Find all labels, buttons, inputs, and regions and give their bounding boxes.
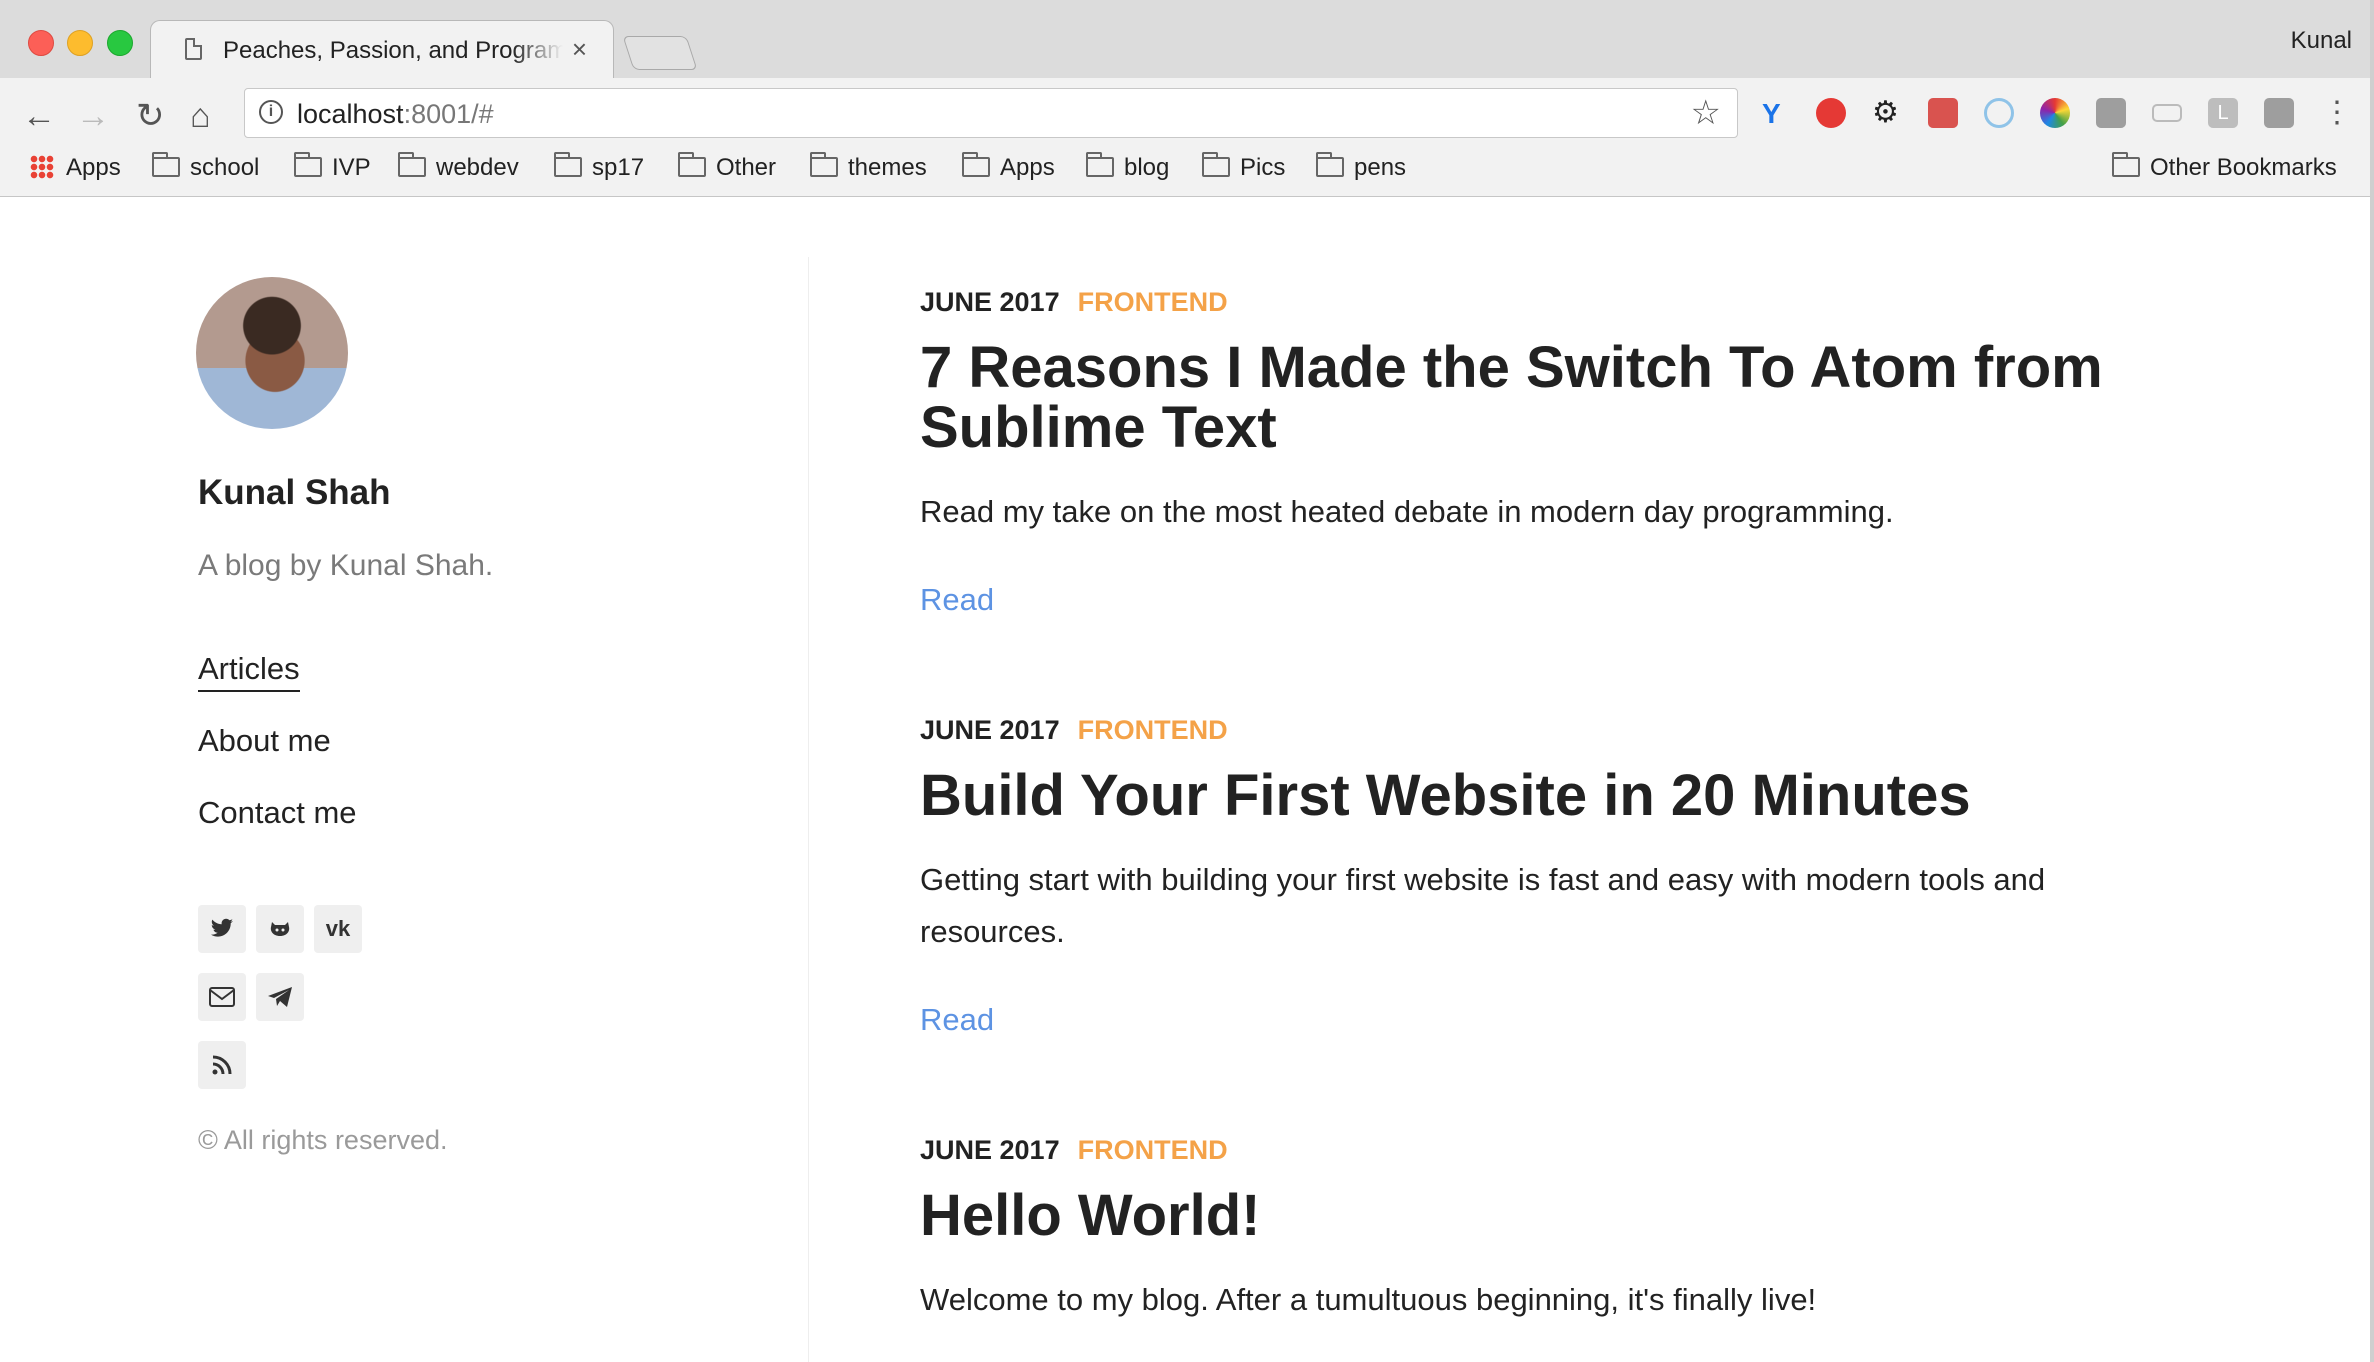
new-tab-button[interactable] xyxy=(622,36,698,70)
document-icon xyxy=(185,38,202,60)
extension-box-icon[interactable] xyxy=(2264,98,2294,128)
reload-icon[interactable]: ↻ xyxy=(136,96,165,136)
folder-icon xyxy=(962,152,990,177)
nav-contact-me[interactable]: Contact me xyxy=(198,795,357,867)
sidebar-nav: Articles About me Contact me xyxy=(198,651,357,867)
bookmark-themes[interactable]: themes xyxy=(810,152,927,182)
menu-kebab-icon[interactable]: ⋮ xyxy=(2322,98,2352,128)
bookmark-ivp[interactable]: IVP xyxy=(294,152,371,182)
nav-about-me[interactable]: About me xyxy=(198,723,357,795)
extension-y-icon[interactable]: Y xyxy=(1762,98,1792,129)
article-category[interactable]: FRONTEND xyxy=(1078,715,1228,745)
bookmark-webdev[interactable]: webdev xyxy=(398,152,519,182)
email-icon[interactable] xyxy=(198,973,246,1021)
read-link[interactable]: Read xyxy=(920,582,2160,618)
bookmarks-bar: Apps school IVP webdev sp17 Other themes… xyxy=(0,148,2374,194)
blog-page: Kunal Shah A blog by Kunal Shah. Article… xyxy=(0,197,2374,1362)
folder-icon xyxy=(1316,152,1344,177)
apps-grid-icon xyxy=(30,155,54,179)
article-category[interactable]: FRONTEND xyxy=(1078,1135,1228,1165)
close-window-button[interactable] xyxy=(28,30,54,56)
article-title[interactable]: Hello World! xyxy=(920,1186,2160,1246)
close-tab-icon[interactable]: × xyxy=(572,34,587,65)
article-title[interactable]: 7 Reasons I Made the Switch To Atom from… xyxy=(920,338,2160,458)
folder-icon xyxy=(152,152,180,177)
folder-icon xyxy=(810,152,838,177)
article-card: JUNE 2017 FRONTEND Build Your First Websi… xyxy=(920,715,2160,1038)
extension-l-icon[interactable]: L xyxy=(2208,98,2238,128)
extension-circle-icon[interactable] xyxy=(1984,98,2014,128)
author-name[interactable]: Kunal Shah xyxy=(198,473,391,513)
twitter-icon[interactable] xyxy=(198,905,246,953)
read-link[interactable]: Read xyxy=(920,1002,2160,1038)
article-meta: JUNE 2017 FRONTEND xyxy=(920,1135,2160,1166)
article-excerpt: Getting start with building your first w… xyxy=(920,862,2046,949)
vk-icon[interactable]: vk xyxy=(314,905,362,953)
bookmark-apps-folder[interactable]: Apps xyxy=(962,152,1055,182)
bookmark-blog[interactable]: blog xyxy=(1086,152,1169,182)
browser-toolbar: ← → ↻ ⌂ i localhost:8001/# ☆ Y ⚙ L ⋮ App… xyxy=(0,78,2374,197)
tab-title: Peaches, Passion, and Programming xyxy=(223,37,563,64)
article-title[interactable]: Build Your First Website in 20 Minutes xyxy=(920,766,2160,826)
github-icon[interactable] xyxy=(256,905,304,953)
active-tab[interactable]: Peaches, Passion, and Programming × xyxy=(150,20,614,78)
info-icon[interactable]: i xyxy=(259,100,283,124)
folder-icon xyxy=(554,152,582,177)
article-date: JUNE 2017 xyxy=(920,287,1060,317)
bookmark-pens[interactable]: pens xyxy=(1316,152,1406,182)
extension-gear-icon[interactable]: ⚙ xyxy=(1872,98,1902,128)
nav-articles[interactable]: Articles xyxy=(198,651,357,723)
bookmark-pics[interactable]: Pics xyxy=(1202,152,1285,182)
article-category[interactable]: FRONTEND xyxy=(1078,287,1228,317)
extension-gray-icon[interactable] xyxy=(2096,98,2126,128)
article-card: JUNE 2017 FRONTEND Hello World! Welcome t… xyxy=(920,1135,2160,1326)
bookmark-star-icon[interactable]: ☆ xyxy=(1691,93,1721,133)
bookmark-apps[interactable]: Apps xyxy=(30,154,121,182)
folder-icon xyxy=(678,152,706,177)
folder-icon xyxy=(1202,152,1230,177)
folder-icon xyxy=(2112,152,2140,177)
article-excerpt: Welcome to my blog. After a tumultuous b… xyxy=(920,1282,1817,1317)
tab-strip: Peaches, Passion, and Programming × Kuna… xyxy=(0,0,2374,79)
minimize-window-button[interactable] xyxy=(67,30,93,56)
maximize-window-button[interactable] xyxy=(107,30,133,56)
folder-icon xyxy=(294,152,322,177)
bookmark-other[interactable]: Other xyxy=(678,152,776,182)
article-date: JUNE 2017 xyxy=(920,715,1060,745)
article-date: JUNE 2017 xyxy=(920,1135,1060,1165)
window-edge xyxy=(2370,0,2374,1362)
forward-arrow-icon[interactable]: → xyxy=(76,96,110,136)
telegram-icon[interactable] xyxy=(256,973,304,1021)
back-arrow-icon[interactable]: ← xyxy=(22,96,56,136)
folder-icon xyxy=(1086,152,1114,177)
bookmark-sp17[interactable]: sp17 xyxy=(554,152,644,182)
bookmark-school[interactable]: school xyxy=(152,152,259,182)
copyright: © All rights reserved. xyxy=(198,1125,448,1155)
extension-color-wheel-icon[interactable] xyxy=(2040,98,2070,128)
profile-button[interactable]: Kunal xyxy=(2291,27,2352,55)
address-bar[interactable]: i localhost:8001/# ☆ xyxy=(244,88,1738,138)
article-meta: JUNE 2017 FRONTEND xyxy=(920,287,2160,318)
extension-ublock-icon[interactable] xyxy=(1816,98,1846,128)
folder-icon xyxy=(398,152,426,177)
url-text[interactable]: localhost:8001/# xyxy=(297,99,494,130)
extension-rect-icon[interactable] xyxy=(2152,104,2182,122)
rss-icon[interactable] xyxy=(198,1041,246,1089)
article-meta: JUNE 2017 FRONTEND xyxy=(920,715,2160,746)
home-icon[interactable]: ⌂ xyxy=(190,96,211,136)
avatar xyxy=(196,277,348,429)
bookmark-other-bookmarks[interactable]: Other Bookmarks xyxy=(2112,152,2337,182)
article-excerpt: Read my take on the most heated debate i… xyxy=(920,494,1894,529)
extension-react-icon[interactable] xyxy=(1928,98,1958,128)
blog-subtitle: A blog by Kunal Shah. xyxy=(198,549,494,582)
sidebar-divider xyxy=(808,257,809,1362)
article-card: JUNE 2017 FRONTEND 7 Reasons I Made the S… xyxy=(920,287,2160,618)
